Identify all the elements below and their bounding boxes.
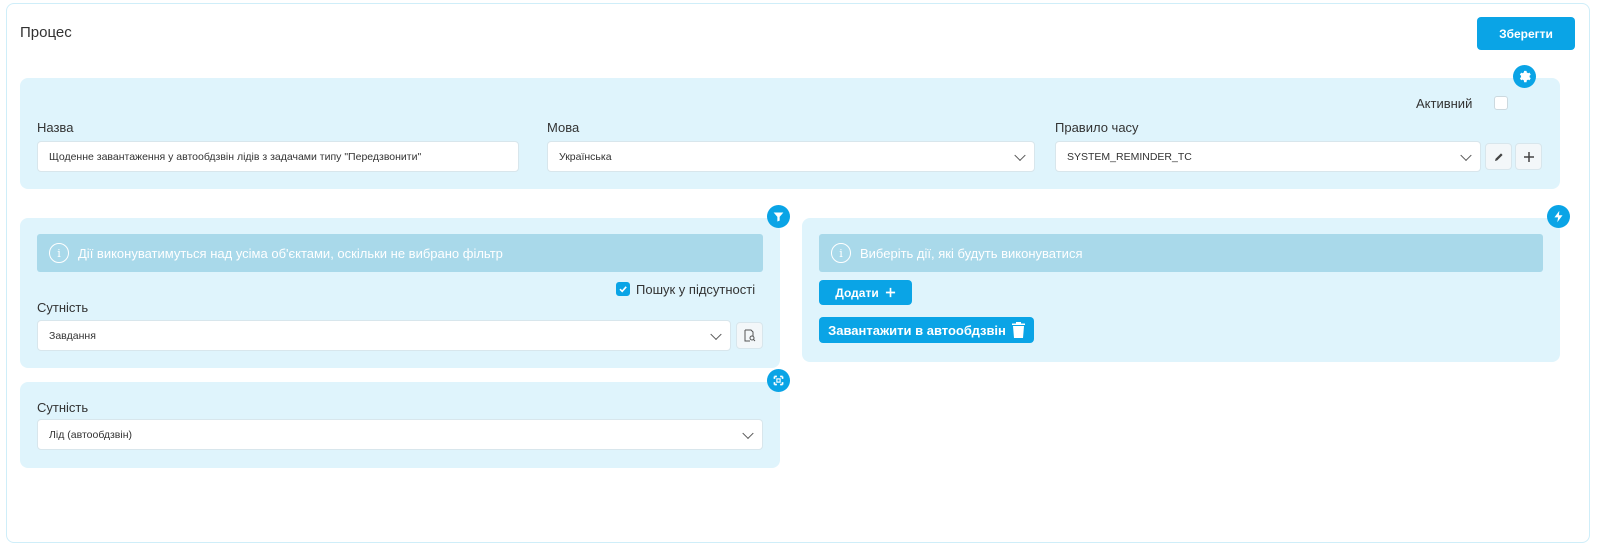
plus-icon (885, 287, 895, 298)
plus-icon (1523, 151, 1534, 162)
autodial-action-label: Завантажити в автообдзвін (828, 322, 1006, 338)
filter-info-text: Дії виконуватимуться над усіма об'єктами… (78, 245, 503, 261)
page-title: Процес (20, 24, 72, 41)
add-action-button[interactable]: Додати (819, 280, 912, 305)
time-rule-label: Правило часу (1055, 120, 1139, 135)
actions-info-text: Виберіть дії, які будуть виконуватися (860, 245, 1083, 261)
document-search-button[interactable] (736, 322, 763, 349)
pencil-icon (1494, 152, 1503, 161)
chevron-down-icon (710, 328, 722, 340)
filter-icon[interactable] (767, 205, 790, 228)
edit-time-rule-button[interactable] (1485, 143, 1512, 170)
document-search-icon (744, 329, 756, 342)
lightning-icon[interactable] (1547, 205, 1570, 228)
chevron-down-icon (1014, 149, 1026, 161)
settings-panel (20, 78, 1560, 189)
search-absence-label: Пошук у підсутності (636, 282, 756, 297)
trash-icon[interactable] (1011, 322, 1025, 338)
filter-entity-label: Сутність (37, 300, 89, 315)
filter-entity-value: Завдання (49, 329, 96, 342)
active-checkbox[interactable] (1494, 96, 1508, 110)
time-rule-select[interactable]: SYSTEM_REMINDER_TC (1055, 141, 1481, 172)
actions-info-bar: i Виберіть дії, які будуть виконуватися (819, 234, 1543, 272)
add-action-label: Додати (835, 285, 879, 300)
entity-select[interactable]: Лід (автообдзвін) (37, 419, 763, 450)
name-input[interactable]: Щоденне завантаження у автообдзвін лідів… (37, 141, 519, 172)
language-value: Українська (559, 150, 612, 163)
entity-label: Сутність (37, 400, 89, 415)
autodial-action-button[interactable]: Завантажити в автообдзвін (819, 317, 1034, 343)
focus-icon[interactable] (767, 369, 790, 392)
filter-entity-select[interactable]: Завдання (37, 320, 731, 351)
info-icon: i (831, 243, 851, 263)
check-icon (619, 286, 627, 293)
language-label: Мова (547, 120, 580, 135)
chevron-down-icon (742, 427, 754, 439)
entity-value: Лід (автообдзвін) (49, 428, 133, 441)
search-absence-checkbox[interactable] (616, 282, 630, 296)
info-icon: i (49, 243, 69, 263)
time-rule-value: SYSTEM_REMINDER_TC (1067, 150, 1192, 163)
active-label: Активний (1416, 96, 1473, 111)
gear-icon[interactable] (1513, 65, 1536, 88)
language-select[interactable]: Українська (547, 141, 1035, 172)
name-label: Назва (37, 120, 74, 135)
add-time-rule-button[interactable] (1515, 143, 1542, 170)
filter-info-bar: i Дії виконуватимуться над усіма об'єкта… (37, 234, 763, 272)
save-button[interactable]: Зберегти (1477, 17, 1575, 50)
chevron-down-icon (1460, 149, 1472, 161)
